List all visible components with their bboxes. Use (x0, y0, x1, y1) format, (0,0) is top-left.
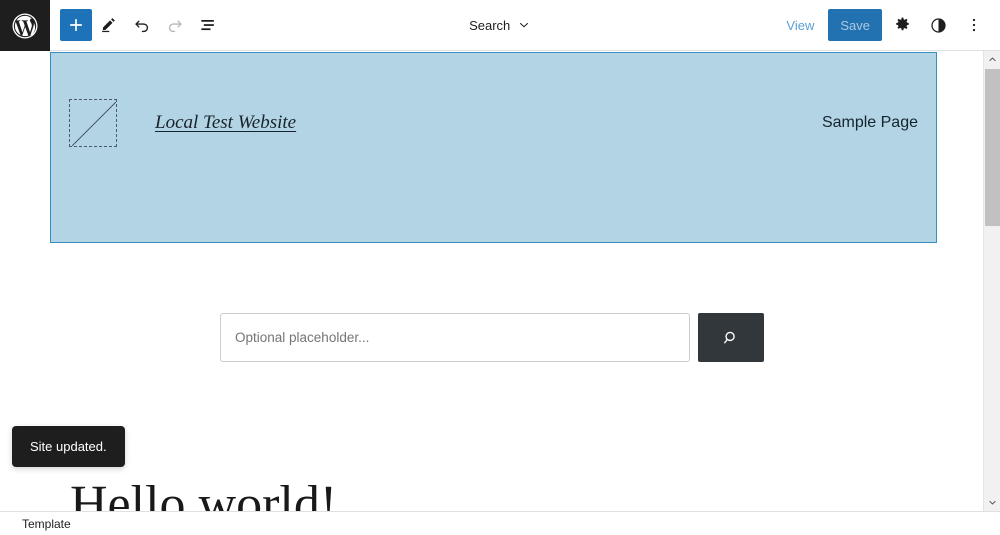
breadcrumb-item-template[interactable]: Template (22, 517, 71, 531)
editor-header-bar: Search View Save (0, 0, 1000, 51)
editor-canvas-wrapper: Local Test Website Sample Page Hello wor… (0, 51, 1000, 511)
chevron-up-icon[interactable] (984, 51, 1000, 68)
undo-button[interactable] (126, 9, 158, 41)
site-header-block[interactable]: Local Test Website Sample Page (50, 52, 937, 243)
block-breadcrumb-bar: Template (0, 511, 1000, 535)
document-title-label: Search (469, 17, 511, 33)
site-branding-group: Local Test Website (69, 99, 296, 147)
document-title-dropdown[interactable]: Search (461, 9, 539, 41)
wordpress-logo-icon[interactable] (0, 0, 50, 51)
chevron-down-icon (517, 18, 531, 32)
snackbar-notice[interactable]: Site updated. (12, 426, 125, 467)
header-center: Search (224, 0, 776, 50)
add-block-button[interactable] (60, 9, 92, 41)
gear-icon[interactable] (886, 9, 918, 41)
search-block (220, 313, 764, 362)
contrast-icon[interactable] (922, 9, 954, 41)
search-submit-button[interactable] (698, 313, 764, 362)
list-view-button[interactable] (192, 9, 224, 41)
site-title-link[interactable]: Local Test Website (155, 112, 296, 134)
post-title-heading[interactable]: Hello world! (70, 476, 338, 511)
header-right-toolbar: View Save (776, 0, 1000, 50)
scrollbar-thumb[interactable] (985, 69, 1000, 226)
site-editor-app: Search View Save Local Test Website Samp… (0, 0, 1000, 535)
header-left-toolbar (50, 0, 224, 50)
editor-canvas[interactable]: Local Test Website Sample Page Hello wor… (0, 51, 983, 511)
site-logo-placeholder-icon[interactable] (69, 99, 117, 147)
search-input[interactable] (220, 313, 690, 362)
canvas-scrollbar[interactable] (983, 51, 1000, 511)
site-header-inner: Local Test Website Sample Page (69, 99, 918, 147)
chevron-down-icon[interactable] (984, 494, 1000, 511)
view-link[interactable]: View (776, 13, 824, 38)
edit-tool-button[interactable] (93, 9, 125, 41)
save-button[interactable]: Save (828, 9, 882, 41)
redo-button[interactable] (159, 9, 191, 41)
more-vertical-icon[interactable] (958, 9, 990, 41)
nav-item-sample-page[interactable]: Sample Page (822, 114, 918, 132)
post-title-text: Hello world! (70, 476, 338, 511)
search-icon (724, 331, 735, 343)
